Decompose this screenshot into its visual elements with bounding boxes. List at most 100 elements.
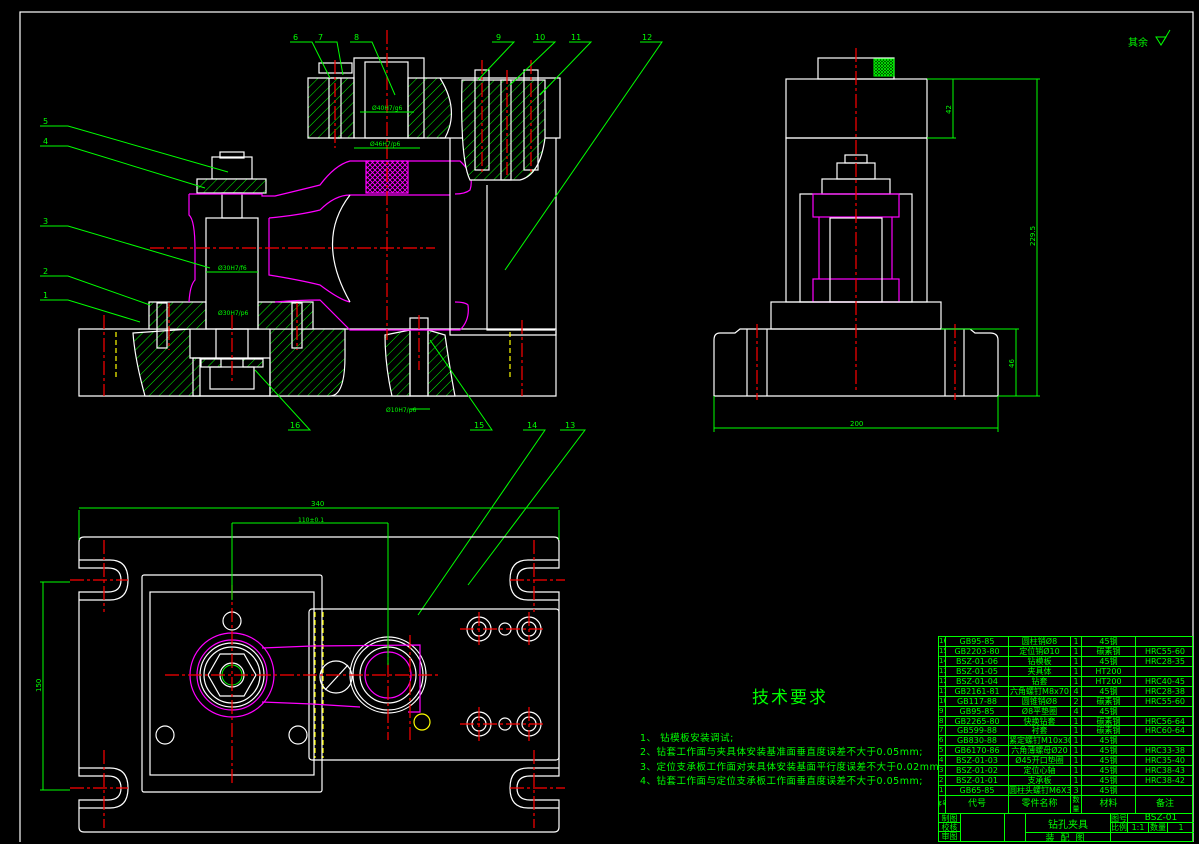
bom-row: 2 BSZ-01-01 支承板 1 45钢 HRC38-42 — [939, 776, 1192, 787]
bom-cell-remark — [1136, 707, 1194, 716]
tb-blank-2 — [1005, 814, 1026, 842]
side-view: 42 229.5 46 200 — [713, 48, 1040, 432]
part-number-13: 13 — [565, 421, 575, 430]
bom-cell-remark: HRC33-38 — [1144, 746, 1185, 756]
fit-bushing-inner: Ø40H7/g6 — [372, 105, 403, 112]
bom-cell-qty: 3 — [1071, 786, 1082, 795]
bom-cell-remark: HRC60-64 — [1144, 726, 1185, 736]
bom-cell-name: 圆柱头螺钉M6X34 — [1009, 786, 1071, 795]
bom-cell-code: GB65-85 — [946, 786, 1009, 795]
bom-cell-qty: 1 — [1071, 746, 1082, 756]
part-number-1: 1 — [43, 291, 48, 300]
bom-cell-no: 9 — [939, 706, 946, 716]
part-number-6: 6 — [293, 33, 298, 42]
fit-mandrel: Ø30H7/f6 — [218, 265, 247, 272]
fit-pin: Ø10H7/p6 — [386, 407, 417, 414]
bom-cell-material: 45钢 — [1082, 686, 1136, 696]
bom-header-row: 序号 代号 零件名称 数量 材料 备注 — [939, 796, 1192, 814]
bom-cell-no: 12 — [939, 676, 946, 686]
part-number-8: 8 — [354, 33, 359, 42]
bom-row: 3 BSZ-01-02 定位心轴 1 45钢 HRC38-43 — [939, 766, 1192, 777]
bom-cell-remark: HRC38-42 — [1144, 776, 1185, 786]
bom-cell-no: 11 — [939, 686, 946, 696]
bom-header-material: 材料 — [1082, 796, 1136, 813]
roughness-check-icon — [1155, 29, 1171, 46]
bom-cell-code: BSZ-01-05 — [946, 666, 1009, 676]
bom-cell-no: 6 — [939, 736, 946, 746]
bom-row: 11GB2161-81六角螺钉M8x70445钢 HRC28-38 — [939, 686, 1192, 697]
bom-cell-no: 10 — [939, 696, 946, 706]
bom-row: 7 GB599-88 衬套 1 碳素钢 HRC60-64 — [939, 726, 1192, 737]
dim-side-base: 46 — [1008, 359, 1016, 368]
bom-cell-name: 快换钻套 — [1009, 716, 1071, 726]
bom-cell-material: 碳素钢 — [1082, 716, 1136, 726]
tb-drawing-type: 装配图 — [1026, 833, 1111, 844]
dim-plan-width: 150 — [35, 679, 43, 692]
bom-row: 9 GB95-85 Ø8平垫圈 4 45钢 — [939, 706, 1194, 717]
bom-cell-material: 碳素钢 — [1082, 726, 1136, 736]
bom-cell-code: GB117-88 — [946, 696, 1009, 706]
bom-cell-code: BSZ-01-03 — [946, 756, 1009, 766]
bom-cell-name: 紧定螺钉M10x30 — [1009, 736, 1071, 746]
bom-cell-code: GB830-88 — [946, 736, 1009, 746]
bom-cell-no: 14 — [939, 656, 946, 666]
bom-cell-remark: HRC40-45 — [1144, 676, 1185, 686]
part-number-7: 7 — [318, 33, 323, 42]
bom-cell-qty: 1 — [1071, 646, 1082, 656]
front-section-view: Ø40H7/g6 Ø46H7/p6 Ø30H7/f6 Ø30H7/p6 Ø10H… — [78, 30, 561, 414]
bom-cell-remark: HRC38-43 — [1144, 766, 1185, 776]
bom-cell-no: 5 — [939, 746, 946, 756]
part-number-4: 4 — [43, 137, 48, 146]
bom-cell-code: GB2203-80 — [946, 646, 1009, 656]
bom-cell-qty: 1 — [1071, 716, 1082, 726]
bom-cell-name: 六角薄螺母Ø20 — [1009, 746, 1071, 756]
bom-cell-code: BSZ-01-02 — [946, 766, 1009, 776]
bom-cell-qty: 2 — [1071, 696, 1082, 706]
bom-row: 15GB2203-80定位销Ø101碳素钢 HRC55-60 — [939, 646, 1192, 657]
bom-cell-remark — [1136, 786, 1194, 795]
bom-cell-code: GB2161-81 — [946, 686, 1009, 696]
tech-requirement-2: 2、钻套工作面与夹具体安装基准面垂直度误差不大于0.05mm; — [640, 747, 923, 758]
bom-cell-qty: 1 — [1071, 726, 1082, 736]
bom-cell-material: 碳素钢 — [1082, 646, 1136, 656]
part-number-5: 5 — [43, 117, 48, 126]
bom-cell-remark: HRC28-35 — [1144, 656, 1185, 666]
bom-cell-remark: HRC55-60 — [1144, 696, 1185, 706]
bom-cell-material: 45钢 — [1082, 766, 1136, 776]
tb-qty: 1 — [1168, 823, 1194, 833]
bom-header-name: 零件名称 — [1009, 796, 1071, 813]
bom-cell-no: 1 — [939, 786, 946, 795]
bom-row: 13BSZ-01-05夹具体1HT200 — [939, 666, 1192, 677]
bom-cell-material: 45钢 — [1082, 746, 1136, 756]
tb-scale-label: 比例 — [1111, 823, 1128, 833]
bom-cell-name: 支承板 — [1009, 776, 1071, 786]
bom-cell-no: 13 — [939, 666, 946, 676]
part-number-3: 3 — [43, 217, 48, 226]
bom-header-no: 序号 — [939, 796, 946, 813]
part-number-12: 12 — [642, 33, 652, 42]
bom-cell-qty: 4 — [1071, 706, 1082, 716]
tech-requirement-1: 1、 钻模板安装调试; — [640, 733, 734, 744]
bom-cell-qty: 1 — [1071, 776, 1082, 786]
part-number-9: 9 — [496, 33, 501, 42]
dim-plan-length: 340 — [311, 500, 324, 508]
bom-cell-name: 钻套 — [1009, 676, 1071, 686]
bom-cell-name: 圆锥销Ø8 — [1009, 696, 1071, 706]
bom-cell-no: 7 — [939, 726, 946, 736]
part-number-14: 14 — [527, 421, 537, 430]
bom-cell-code: GB95-85 — [946, 637, 1009, 646]
tb-qty-label: 数量 — [1149, 823, 1168, 833]
part-number-10: 10 — [535, 33, 545, 42]
bom-cell-remark: HRC35-40 — [1144, 756, 1185, 766]
bom-cell-material: 45钢 — [1082, 637, 1136, 646]
bom-cell-material: HT200 — [1082, 676, 1136, 686]
bom-row: 10GB117-88圆锥销Ø82碳素钢 HRC55-60 — [939, 696, 1192, 707]
bom-row: 4 BSZ-01-03 Ø45开口垫圈 1 45钢 HRC35-40 — [939, 756, 1192, 767]
surface-note: 其余 — [1128, 36, 1148, 49]
bom-cell-material: 45钢 — [1082, 756, 1136, 766]
bom-header-code: 代号 — [946, 796, 1009, 813]
bom-cell-qty: 4 — [1071, 686, 1082, 696]
bom-header-qty: 数量 — [1071, 796, 1082, 813]
bom-cell-no: 3 — [939, 766, 946, 776]
dim-side-width: 200 — [850, 420, 863, 428]
